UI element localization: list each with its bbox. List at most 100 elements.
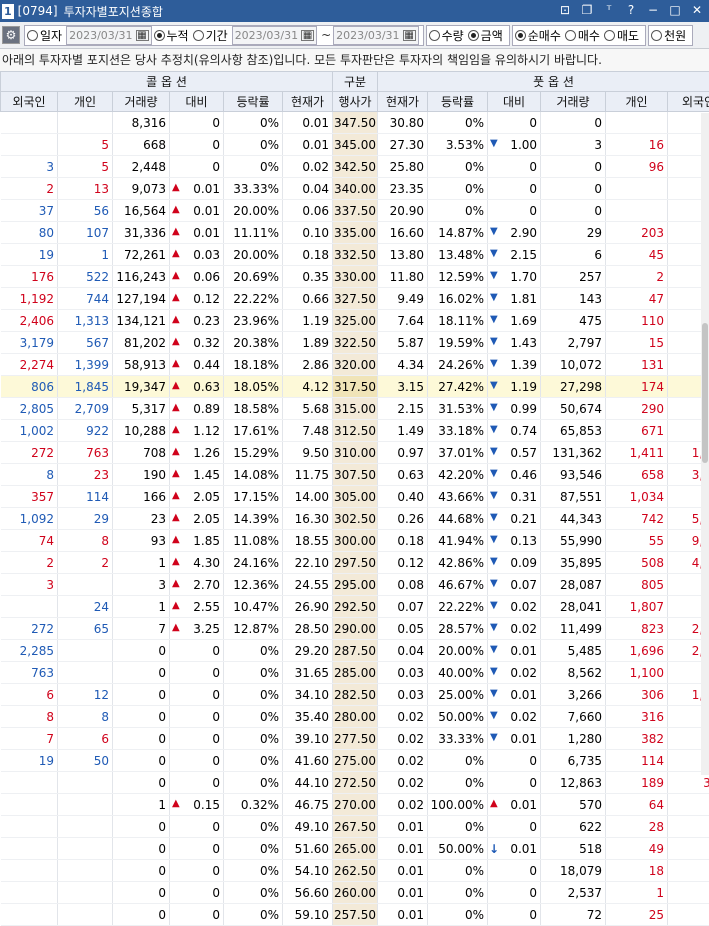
cell-put-volume: 0 (541, 112, 606, 134)
cell-call-foreign: 3,179 (1, 332, 58, 354)
cell-call-foreign: 1,002 (1, 420, 58, 442)
radio-cumulative[interactable]: 누적 (154, 27, 189, 44)
table-row[interactable]: 2,285000%29.20287.500.0420.00%▼0.015,485… (1, 640, 709, 662)
table-row[interactable]: 8061,84519,347▲0.6318.05%4.12317.503.152… (1, 376, 709, 398)
minimize-icon[interactable]: − (645, 2, 661, 18)
table-row[interactable]: 74893▲1.8511.08%18.55300.000.1841.94%▼0.… (1, 530, 709, 552)
cell-call-change: ▲4.30 (170, 552, 224, 574)
table-row[interactable]: 1,192744127,194▲0.1222.22%0.66327.509.49… (1, 288, 709, 310)
col-header-call-foreign[interactable]: 외국인 (1, 92, 58, 112)
table-row[interactable]: 1,0922923▲2.0514.39%16.30302.500.2644.68… (1, 508, 709, 530)
cell-put-price: 16.60 (378, 222, 428, 244)
cell-put-volume: 8,562 (541, 662, 606, 684)
col-header-put-change-rate[interactable]: 등락률 (428, 92, 488, 112)
col-header-call-change-rate[interactable]: 등락률 (224, 92, 283, 112)
close-icon[interactable]: ✕ (689, 2, 705, 18)
table-row[interactable]: 612000%34.10282.500.0325.00%▼0.013,26630… (1, 684, 709, 706)
table-row[interactable]: 88000%35.40280.000.0250.00%▼0.027,660316… (1, 706, 709, 728)
date-to-field[interactable]: 2023/03/31▦ (333, 26, 418, 45)
cell-call-change: 0 (170, 838, 224, 860)
table-row[interactable]: 352,44800%0.02342.5025.800%009696 (1, 156, 709, 178)
calendar-icon[interactable]: ▦ (136, 30, 149, 41)
radio-amount[interactable]: 금액 (468, 27, 503, 44)
cell-call-individual (58, 838, 113, 860)
cell-call-change: 0 (170, 706, 224, 728)
cell-call-change: ▲0.03 (170, 244, 224, 266)
col-header-strike-price[interactable]: 행사가 (333, 92, 378, 112)
table-row[interactable]: 2,8052,7095,317▲0.8918.58%5.68315.002.15… (1, 398, 709, 420)
cell-call-change-rate: 0% (224, 728, 283, 750)
table-row[interactable]: 000%54.10262.500.010%018,079186 (1, 860, 709, 882)
col-header-call-individual[interactable]: 개인 (58, 92, 113, 112)
table-row[interactable]: 3,17956781,202▲0.3220.38%1.89322.505.871… (1, 332, 709, 354)
table-row[interactable]: 221▲4.3024.16%22.10297.500.1242.86%▼0.09… (1, 552, 709, 574)
gear-icon[interactable]: ⚙ (2, 26, 20, 44)
table-row[interactable]: 8,31600%0.01347.5030.800%00 (1, 112, 709, 134)
cell-call-individual: 56 (58, 200, 113, 222)
cell-put-change: ▲0.01 (488, 794, 541, 816)
cell-put-individual (606, 178, 668, 200)
scrollbar-thumb[interactable] (702, 323, 708, 463)
table-row[interactable]: 176522116,243▲0.0620.69%0.35330.0011.801… (1, 266, 709, 288)
table-row[interactable]: 000%59.10257.500.010%0722560 (1, 904, 709, 926)
col-header-call-volume[interactable]: 거래량 (113, 92, 170, 112)
table-row[interactable]: 1950000%41.60275.000.020%06,735114493 (1, 750, 709, 772)
col-header-call-change[interactable]: 대비 (170, 92, 224, 112)
table-row[interactable]: 8010731,336▲0.0111.11%0.10335.0016.6014.… (1, 222, 709, 244)
cell-put-change-rate: 14.87% (428, 222, 488, 244)
table-row[interactable]: 19172,261▲0.0320.00%0.18332.5013.8013.48… (1, 244, 709, 266)
table-row[interactable]: 2,4061,313134,121▲0.2323.96%1.19325.007.… (1, 310, 709, 332)
copy-icon[interactable]: ❐ (579, 2, 595, 18)
help-icon[interactable]: ? (623, 2, 639, 18)
date-from-field[interactable]: 2023/03/31▦ (232, 26, 317, 45)
table-row[interactable]: 000%51.60265.000.0150.00%↓0.015184934 (1, 838, 709, 860)
notice-text: 아래의 투자자별 포지션은 당사 추정치(유의사항 참조)입니다. 모든 투자판… (0, 49, 709, 71)
col-header-put-price[interactable]: 현재가 (378, 92, 428, 112)
col-header-call-price[interactable]: 현재가 (283, 92, 333, 112)
radio-day[interactable]: 일자 (27, 27, 62, 44)
radio-buy[interactable]: 매수 (565, 27, 600, 44)
calendar-icon[interactable]: ▦ (301, 30, 314, 41)
table-row[interactable]: 272763708▲1.2615.29%9.50310.000.9737.01%… (1, 442, 709, 464)
table-row[interactable]: 763000%31.65285.000.0340.00%▼0.028,5621,… (1, 662, 709, 684)
maximize-icon[interactable]: □ (667, 2, 683, 18)
cell-call-foreign: 19 (1, 750, 58, 772)
table-row[interactable]: 2139,073▲0.0133.33%0.04340.0023.350%008 (1, 178, 709, 200)
qty-amount-group: 수량 금액 (426, 25, 510, 46)
pin-icon[interactable]: ᵀ (601, 2, 617, 18)
cell-put-price: 27.30 (378, 134, 428, 156)
radio-period[interactable]: 기간 (193, 27, 228, 44)
table-row[interactable]: 272657▲3.2512.87%28.50290.000.0528.57%▼0… (1, 618, 709, 640)
cell-call-change: ▲0.44 (170, 354, 224, 376)
table-row[interactable]: 357114166▲2.0517.15%14.00305.000.4043.66… (1, 486, 709, 508)
table-row[interactable]: 76000%39.10277.500.0233.33%▼0.011,280382… (1, 728, 709, 750)
radio-net-buy[interactable]: 순매수 (515, 27, 561, 44)
cell-call-foreign: 806 (1, 376, 58, 398)
col-header-put-change[interactable]: 대비 (488, 92, 541, 112)
table-row[interactable]: 241▲2.5510.47%26.90292.500.0722.22%▼0.02… (1, 596, 709, 618)
radio-unit-thousand-won[interactable]: 천원 (651, 27, 686, 44)
radio-quantity[interactable]: 수량 (429, 27, 464, 44)
table-row[interactable]: 2,2741,39958,913▲0.4418.18%2.86320.004.3… (1, 354, 709, 376)
table-row[interactable]: 1,00292210,288▲1.1217.61%7.48312.501.493… (1, 420, 709, 442)
table-row[interactable]: 375616,564▲0.0120.00%0.06337.5020.900%00 (1, 200, 709, 222)
cell-put-change: ▼1.70 (488, 266, 541, 288)
table-row[interactable]: 1▲0.150.32%46.75270.000.02100.00%▲0.0157… (1, 794, 709, 816)
col-header-put-volume[interactable]: 거래량 (541, 92, 606, 112)
col-header-put-individual[interactable]: 개인 (606, 92, 668, 112)
up-arrow-icon: ▲ (172, 314, 180, 325)
col-header-put-foreign[interactable]: 외국인 (668, 92, 709, 112)
table-row[interactable]: 33▲2.7012.36%24.55295.000.0846.67%▼0.072… (1, 574, 709, 596)
link-icon[interactable]: ⊡ (557, 2, 573, 18)
cell-put-volume: 6 (541, 244, 606, 266)
table-row[interactable]: 823190▲1.4514.08%11.75307.500.6342.20%▼0… (1, 464, 709, 486)
table-row[interactable]: 000%49.10267.500.010%06222831 (1, 816, 709, 838)
radio-sell[interactable]: 매도 (604, 27, 639, 44)
cell-call-price: 35.40 (283, 706, 333, 728)
cell-call-change-rate: 0% (224, 640, 283, 662)
table-row[interactable]: 566800%0.01345.0027.303.53%▼1.00316 (1, 134, 709, 156)
calendar-icon[interactable]: ▦ (403, 30, 416, 41)
vertical-scrollbar[interactable] (701, 113, 709, 775)
table-row[interactable]: 000%56.60260.000.010%02,53711 (1, 882, 709, 904)
date-field[interactable]: 2023/03/31▦ (66, 26, 151, 45)
